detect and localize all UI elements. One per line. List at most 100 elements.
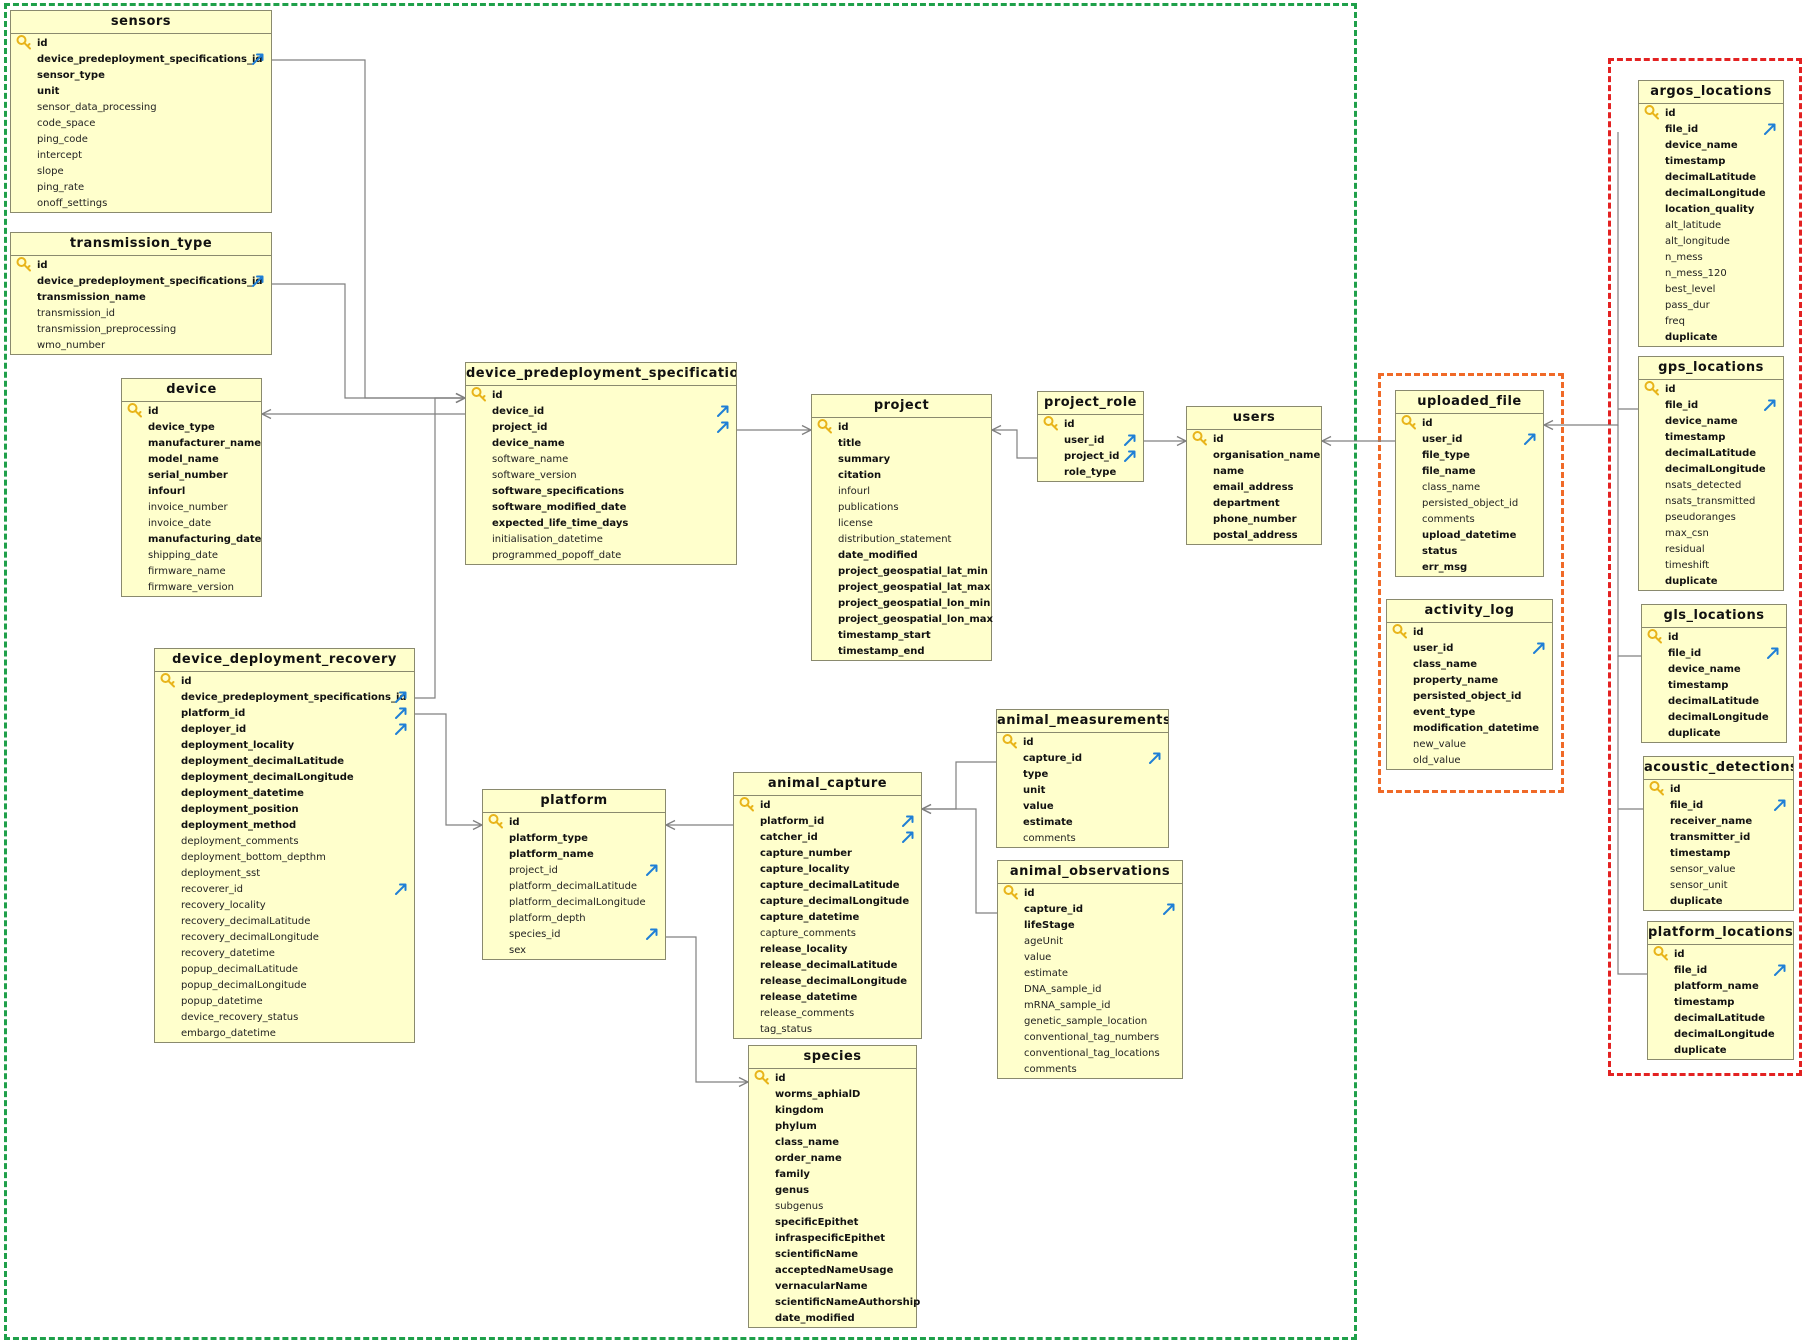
column-name: file_id — [1665, 400, 1699, 411]
column-name: conventional_tag_locations — [1024, 1048, 1160, 1059]
column-name: alt_latitude — [1665, 220, 1722, 231]
table-column-row: timestamp — [1639, 154, 1783, 170]
column-name: persisted_object_id — [1422, 498, 1519, 509]
table-column-row: file_id — [1642, 646, 1786, 662]
table-column-row: ping_rate — [11, 180, 271, 196]
table-activity_log[interactable]: activity_log id user_id class_name property_… — [1386, 599, 1553, 770]
key-icon — [739, 797, 754, 812]
column-name: phone_number — [1213, 514, 1297, 525]
table-column-row: freq — [1639, 314, 1783, 330]
relationship-line — [922, 761, 996, 810]
table-uploaded_file[interactable]: uploaded_file id user_id file_type file_name… — [1395, 390, 1544, 577]
key-icon — [471, 387, 486, 402]
column-name: user_id — [1413, 643, 1454, 654]
table-column-row: capture_datetime — [734, 910, 921, 926]
table-animal_capture[interactable]: animal_capture id platform_id catcher_id cap… — [733, 772, 922, 1039]
column-name: software_specifications — [492, 486, 625, 497]
column-name: recovery_datetime — [181, 948, 275, 959]
column-name: genetic_sample_location — [1024, 1016, 1148, 1027]
table-project_role[interactable]: project_role id user_id project_id role_type — [1037, 391, 1144, 482]
table-column-row: property_name — [1387, 673, 1552, 689]
table-title: activity_log — [1387, 600, 1552, 623]
column-name: file_id — [1674, 965, 1708, 976]
column-name: id — [1024, 888, 1035, 899]
table-gls_locations[interactable]: gls_locations id file_id device_name timesta… — [1641, 604, 1787, 743]
column-name: department — [1213, 498, 1280, 509]
column-name: decimalLatitude — [1668, 696, 1760, 707]
table-column-row: capture_comments — [734, 926, 921, 942]
column-name: transmission_preprocessing — [37, 324, 177, 335]
table-column-row: id — [1648, 946, 1793, 963]
table-title: device — [122, 379, 261, 402]
table-transmission_type[interactable]: transmission_type id device_predeployment_… — [10, 232, 272, 355]
table-column-row: timestamp_end — [812, 644, 991, 660]
column-name: genus — [775, 1185, 810, 1196]
column-name: id — [509, 817, 520, 828]
column-name: file_type — [1422, 450, 1470, 461]
table-project[interactable]: project id title summary citation infourl publ… — [811, 394, 993, 661]
table-argos_locations[interactable]: argos_locations id file_id device_name times… — [1638, 80, 1784, 347]
column-name: freq — [1665, 316, 1685, 327]
table-device[interactable]: device id device_type manufacturer_name mode… — [121, 378, 262, 597]
key-icon — [1401, 415, 1416, 430]
table-column-row: estimate — [998, 966, 1182, 982]
column-name: device_predeployment_specifications_id — [37, 276, 263, 287]
column-name: timestamp — [1665, 156, 1726, 167]
column-name: duplicate — [1668, 728, 1721, 739]
table-column-row: wmo_number — [11, 338, 271, 354]
table-column-row: err_msg — [1396, 560, 1543, 576]
table-column-row: timestamp — [1642, 678, 1786, 694]
table-column-row: ageUnit — [998, 934, 1182, 950]
table-column-row: device_id — [466, 404, 736, 420]
table-sensors[interactable]: sensors id device_predeployment_specificat… — [10, 10, 272, 213]
table-column-row: estimate — [997, 815, 1168, 831]
table-gps_locations[interactable]: gps_locations id file_id device_name timesta… — [1638, 356, 1784, 591]
column-name: capture_decimalLongitude — [760, 896, 910, 907]
column-name: id — [1668, 632, 1679, 643]
table-platform_locations[interactable]: platform_locations id file_id platform_name… — [1647, 921, 1794, 1060]
column-name: firmware_version — [148, 582, 234, 593]
column-name: popup_decimalLatitude — [181, 964, 299, 975]
column-name: date_modified — [775, 1313, 855, 1324]
column-name: conventional_tag_numbers — [1024, 1032, 1160, 1043]
table-column-row: id — [155, 673, 414, 690]
table-title: users — [1187, 407, 1321, 430]
foreign-key-arrow-icon — [646, 928, 658, 940]
column-name: timeshift — [1665, 560, 1710, 571]
table-column-row: vernacularName — [749, 1279, 916, 1295]
table-column-row: platform_id — [734, 814, 921, 830]
table-column-row: receiver_name — [1644, 814, 1793, 830]
table-dps[interactable]: device_predeployment_specifications id dev… — [465, 362, 737, 565]
table-ddr[interactable]: device_deployment_recovery id device_prede… — [154, 648, 415, 1043]
table-animal_observations[interactable]: animal_observations id capture_id lifeStage… — [997, 860, 1183, 1079]
table-users[interactable]: users id organisation_name name email_addres… — [1186, 406, 1322, 545]
column-name: id — [1670, 784, 1681, 795]
column-name: deployment_decimalLatitude — [181, 756, 345, 767]
table-acoustic_detections[interactable]: acoustic_detections id file_id receiver_nam… — [1643, 756, 1794, 911]
column-name: scientificName — [775, 1249, 859, 1260]
column-name: n_mess_120 — [1665, 268, 1727, 279]
table-platform[interactable]: platform id platform_type platform_name proj… — [482, 789, 666, 960]
table-column-row: user_id — [1387, 641, 1552, 657]
table-species[interactable]: species id worms_aphialD kingdom phylum class… — [748, 1045, 920, 1328]
column-name: role_type — [1064, 467, 1117, 478]
table-column-row: transmission_preprocessing — [11, 322, 271, 338]
table-animal_measurements[interactable]: animal_measurements id capture_id type unit v… — [996, 709, 1169, 848]
column-name: class_name — [1422, 482, 1481, 493]
table-title: platform — [483, 790, 665, 813]
column-name: project_geospatial_lat_max — [838, 582, 991, 593]
column-name: device_predeployment_specifications_id — [181, 692, 407, 703]
table-column-row: id — [11, 257, 271, 274]
column-name: nsats_transmitted — [1665, 496, 1756, 507]
column-name: project_id — [509, 865, 558, 876]
column-name: programmed_popoff_date — [492, 550, 622, 561]
column-name: device_predeployment_specifications_id — [37, 54, 263, 65]
column-name: file_id — [1668, 648, 1702, 659]
table-column-row: release_datetime — [734, 990, 921, 1006]
table-column-row: software_name — [466, 452, 736, 468]
foreign-key-arrow-icon — [902, 815, 914, 827]
table-column-row: old_value — [1387, 753, 1552, 769]
table-column-row: file_id — [1639, 122, 1783, 138]
table-column-row: invoice_date — [122, 516, 261, 532]
column-name: tag_status — [760, 1024, 813, 1035]
